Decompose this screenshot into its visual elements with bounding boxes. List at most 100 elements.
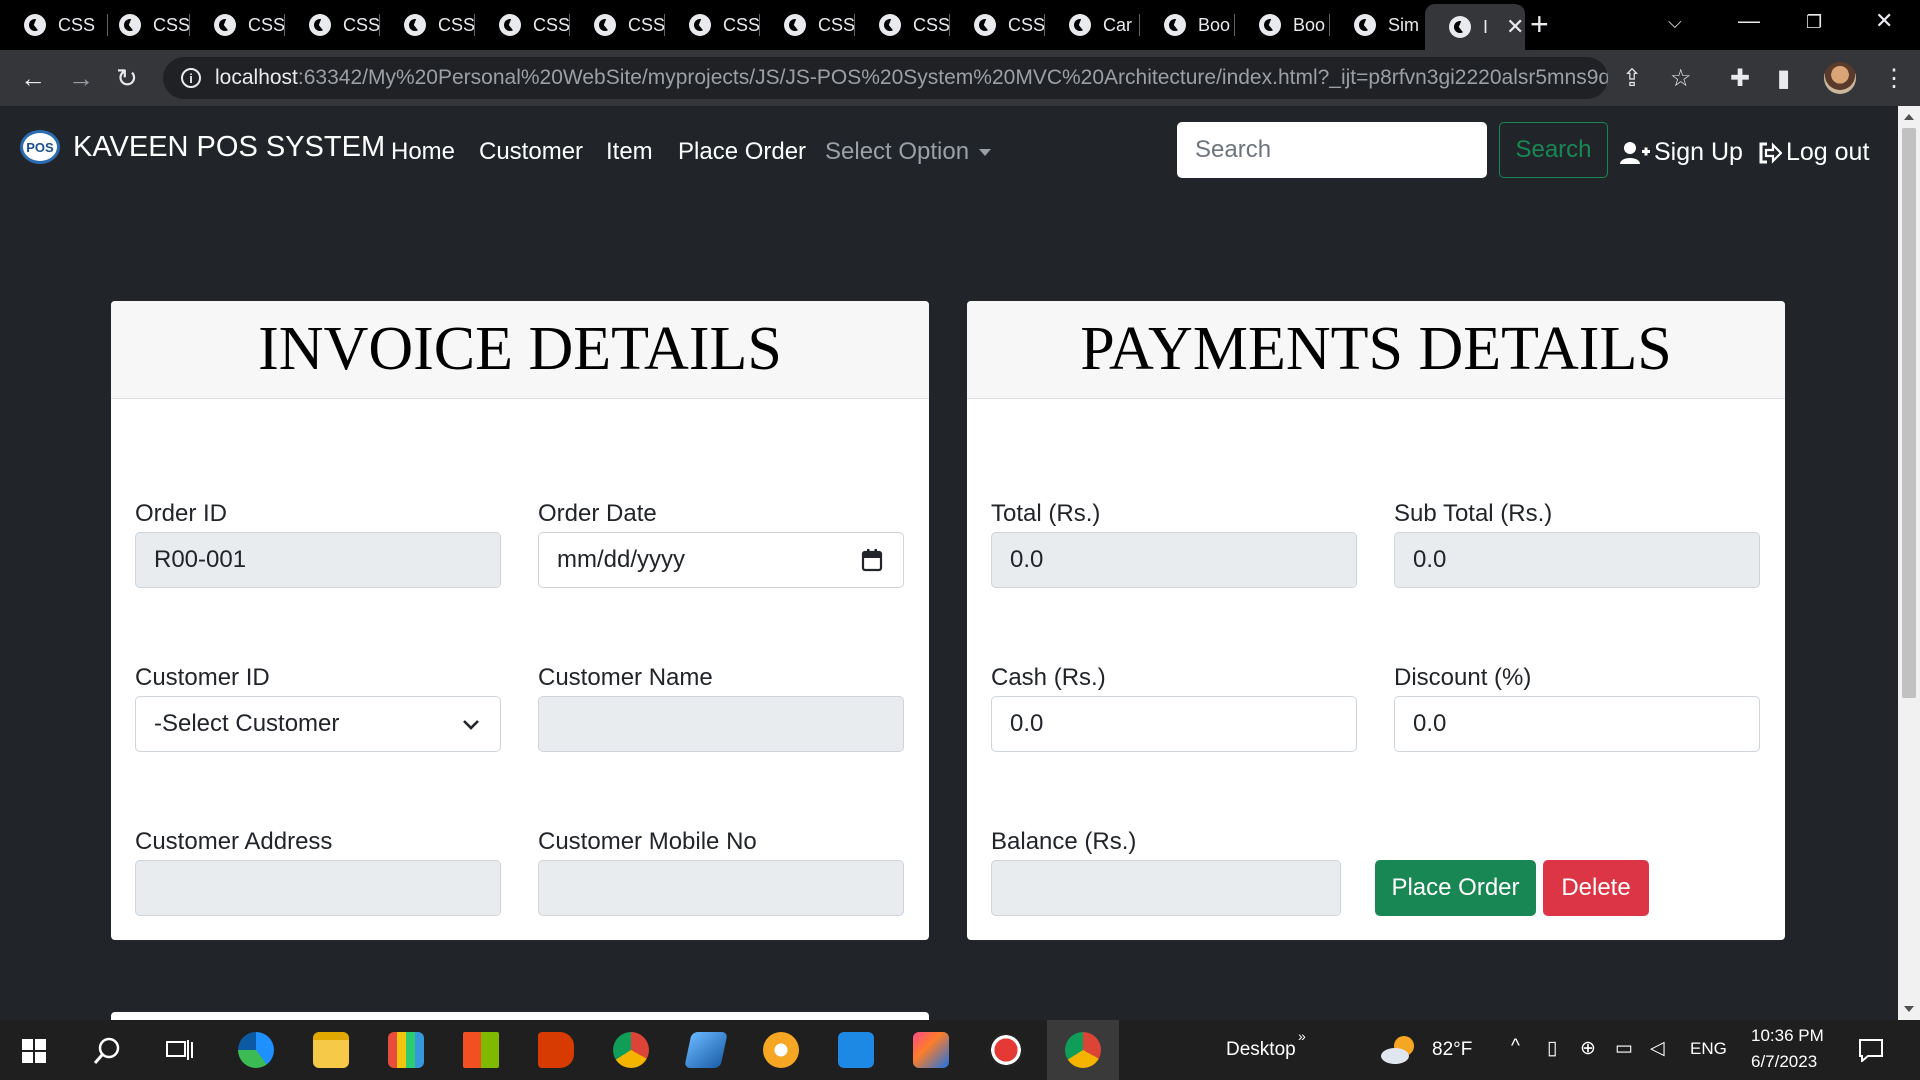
microsoft-store-icon[interactable] bbox=[463, 1032, 499, 1068]
discount-input[interactable]: 0.0 bbox=[1394, 696, 1760, 752]
log-out-link[interactable]: Log out bbox=[1758, 138, 1869, 167]
globe-icon bbox=[24, 14, 46, 36]
browser-tab[interactable]: Boo bbox=[1140, 4, 1235, 46]
office-icon[interactable] bbox=[538, 1032, 574, 1068]
search-icon[interactable] bbox=[92, 1036, 122, 1066]
gift-app-icon[interactable] bbox=[388, 1032, 424, 1068]
forward-arrow-icon[interactable]: → bbox=[68, 64, 94, 92]
payments-details-title: PAYMENTS DETAILS bbox=[967, 301, 1785, 399]
globe-icon bbox=[1354, 14, 1376, 36]
nav-home[interactable]: Home bbox=[391, 138, 455, 166]
sign-up-link[interactable]: Sign Up bbox=[1620, 138, 1743, 167]
browser-tab[interactable]: CSS bbox=[190, 4, 285, 46]
site-info-icon[interactable]: i bbox=[181, 68, 201, 88]
tab-label: Car bbox=[1103, 14, 1133, 35]
restore-icon[interactable]: ❐ bbox=[1806, 12, 1822, 33]
browser-tab[interactable]: CSS bbox=[665, 4, 760, 46]
file-explorer-icon[interactable] bbox=[313, 1032, 349, 1068]
browser-tab[interactable]: CSS bbox=[285, 4, 380, 46]
sub-total-field: 0.0 bbox=[1394, 532, 1760, 588]
tab-label: CSS bbox=[723, 14, 761, 35]
browser-tab[interactable]: CSS bbox=[855, 4, 950, 46]
brand[interactable]: POS KAVEEN POS SYSTEM bbox=[20, 130, 385, 164]
tab-label: CSS bbox=[438, 14, 476, 35]
share-icon[interactable]: ⇪ bbox=[1622, 64, 1642, 93]
browser-tab-active[interactable]: I ✕ bbox=[1425, 4, 1525, 50]
browser-tab[interactable]: CSS bbox=[475, 4, 570, 46]
nav-customer[interactable]: Customer bbox=[479, 138, 583, 166]
browser-tab[interactable]: CSS bbox=[570, 4, 665, 46]
active-taskbar-item[interactable] bbox=[1047, 1020, 1119, 1080]
windows-start-icon[interactable] bbox=[22, 1039, 46, 1063]
battery-icon[interactable]: ▭ bbox=[1615, 1037, 1633, 1060]
customer-mobile-field bbox=[538, 860, 904, 916]
window-close-icon[interactable]: ✕ bbox=[1875, 8, 1893, 34]
cash-label: Cash (Rs.) bbox=[991, 664, 1106, 691]
place-order-button[interactable]: Place Order bbox=[1375, 860, 1536, 916]
balance-label: Balance (Rs.) bbox=[991, 828, 1137, 855]
log-out-label: Log out bbox=[1786, 138, 1870, 166]
browser-tab[interactable]: CSS bbox=[760, 4, 855, 46]
search-button[interactable]: Search bbox=[1499, 122, 1608, 178]
browser-tab[interactable]: Car bbox=[1045, 4, 1140, 46]
minimize-icon[interactable]: — bbox=[1738, 8, 1760, 34]
balance-field bbox=[991, 860, 1341, 916]
tray-overflow-chevron-icon[interactable]: ^ bbox=[1511, 1036, 1520, 1058]
scroll-up-arrow-icon[interactable] bbox=[1904, 114, 1914, 120]
delete-button[interactable]: Delete bbox=[1543, 860, 1649, 916]
search-input[interactable] bbox=[1177, 122, 1487, 178]
clock-date[interactable]: 6/7/2023 bbox=[1751, 1052, 1817, 1072]
screen-recorder-icon[interactable] bbox=[988, 1032, 1024, 1068]
total-field: 0.0 bbox=[991, 532, 1357, 588]
browser-tab[interactable]: CSS bbox=[95, 4, 190, 46]
nav-place-order[interactable]: Place Order bbox=[678, 138, 806, 166]
brave-wallet-icon[interactable] bbox=[763, 1032, 799, 1068]
order-date-input[interactable]: mm/dd/yyyy bbox=[538, 532, 904, 588]
browser-tab[interactable]: Boo bbox=[1235, 4, 1330, 46]
browser-tab[interactable]: CSS bbox=[950, 4, 1045, 46]
volume-icon[interactable]: ◁ bbox=[1650, 1037, 1665, 1060]
weather-temp[interactable]: 82°F bbox=[1432, 1039, 1472, 1061]
page-scrollbar[interactable] bbox=[1898, 106, 1920, 1020]
input-language[interactable]: ENG bbox=[1690, 1039, 1727, 1059]
globe-icon bbox=[1449, 16, 1471, 38]
new-tab-button[interactable]: + bbox=[1530, 6, 1549, 43]
profile-avatar[interactable] bbox=[1824, 62, 1856, 94]
browser-tab[interactable]: Sim bbox=[1330, 4, 1425, 46]
device-icon[interactable]: ▯ bbox=[1547, 1037, 1557, 1060]
nav-item[interactable]: Item bbox=[606, 138, 653, 166]
customer-id-select[interactable]: -Select Customer bbox=[135, 696, 501, 752]
browser-tab[interactable]: CSS bbox=[380, 4, 475, 46]
globe-icon bbox=[784, 14, 806, 36]
edge-browser-icon[interactable] bbox=[238, 1032, 274, 1068]
calendar-icon[interactable] bbox=[861, 548, 883, 572]
desktop-label[interactable]: Desktop bbox=[1226, 1039, 1296, 1061]
bookmark-star-icon[interactable]: ☆ bbox=[1670, 64, 1692, 93]
clock-time[interactable]: 10:36 PM bbox=[1751, 1026, 1824, 1046]
scroll-down-arrow-icon[interactable] bbox=[1904, 1006, 1914, 1012]
show-more-chevron-icon[interactable]: » bbox=[1298, 1028, 1306, 1044]
extensions-puzzle-icon[interactable]: ✚ bbox=[1730, 64, 1750, 93]
task-view-icon[interactable] bbox=[166, 1038, 194, 1062]
globe-icon bbox=[214, 14, 236, 36]
cash-input[interactable]: 0.0 bbox=[991, 696, 1357, 752]
close-tab-icon[interactable]: ✕ bbox=[1506, 14, 1524, 40]
mail-icon[interactable] bbox=[838, 1032, 874, 1068]
chrome-icon[interactable] bbox=[613, 1032, 649, 1068]
back-arrow-icon[interactable]: ← bbox=[20, 64, 46, 92]
globe-icon bbox=[1164, 14, 1186, 36]
browser-tab[interactable]: CSS bbox=[0, 4, 108, 46]
scroll-thumb[interactable] bbox=[1902, 128, 1916, 698]
url-bar[interactable]: i localhost:63342/My%20Personal%20WebSit… bbox=[163, 57, 1608, 99]
weather-sunny-cloud-icon[interactable] bbox=[1380, 1032, 1420, 1066]
reload-icon[interactable]: ↻ bbox=[116, 64, 138, 92]
select-option-dropdown[interactable]: Select Option bbox=[825, 138, 992, 166]
remote-desktop-icon[interactable] bbox=[684, 1032, 728, 1068]
side-panel-icon[interactable]: ▮ bbox=[1777, 64, 1790, 93]
globe-icon bbox=[404, 14, 426, 36]
language-globe-icon[interactable]: ⊕ bbox=[1580, 1037, 1596, 1060]
intellij-idea-icon[interactable] bbox=[913, 1032, 949, 1068]
notification-icon[interactable] bbox=[1858, 1038, 1884, 1062]
tab-search-icon[interactable]: ⌵ bbox=[1668, 12, 1682, 33]
chrome-menu-icon[interactable]: ⋮ bbox=[1882, 64, 1906, 93]
